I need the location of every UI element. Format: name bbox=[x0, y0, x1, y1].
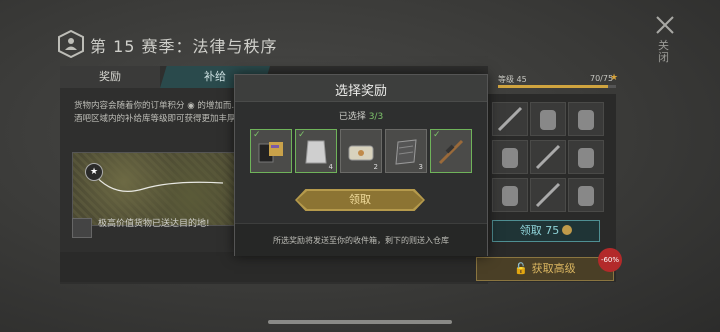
season-title: 第 15 赛季：法律与秩序 bbox=[90, 37, 278, 56]
reward-slot-backpack[interactable] bbox=[492, 140, 528, 174]
reward-option[interactable]: 2 bbox=[340, 129, 382, 173]
coin-icon bbox=[562, 225, 573, 235]
footer-note: 所选奖励将发送至你的收件箱，剩下的则送入仓库 bbox=[273, 236, 449, 245]
reward-slot-rifle[interactable] bbox=[530, 140, 566, 174]
backpack-icon bbox=[502, 148, 518, 168]
backpack-icon bbox=[578, 110, 594, 130]
reward-slot-rifle[interactable] bbox=[492, 102, 528, 136]
lock-icon: 🔓 bbox=[514, 262, 529, 275]
claim-amount: 75 bbox=[545, 224, 560, 237]
reward-slot-backpack[interactable] bbox=[568, 102, 604, 136]
dialog-footer: 所选奖励将发送至你的收件箱，剩下的则送入仓库 bbox=[235, 223, 487, 256]
backpack-icon bbox=[502, 186, 518, 206]
supply-description: 货物内容会随着你的订单积分 ◉ 的增加而… 酒吧区域内的补给库等级即可获得更加丰… bbox=[74, 101, 245, 124]
tab-rewards[interactable]: 奖励 bbox=[60, 66, 160, 88]
rifle-icon bbox=[535, 182, 561, 208]
foil-bag-icon bbox=[305, 140, 327, 164]
select-reward-dialog: 选择奖励 已选择 3/3 ✓ ✓ 4 2 3 ✓ 领取 所选奖励将发送至你的收件… bbox=[234, 74, 488, 256]
level-label: 等级 45 bbox=[498, 75, 527, 84]
selected-count-value: 3/3 bbox=[368, 112, 384, 122]
metal-plate-icon bbox=[395, 139, 417, 165]
reward-slot-backpack[interactable] bbox=[492, 178, 528, 212]
delivery-text: 极高价值货物已送达目的地! bbox=[98, 219, 210, 229]
bandage-box-icon bbox=[348, 145, 374, 161]
rifle-icon bbox=[497, 106, 523, 132]
dialog-header: 选择奖励 bbox=[235, 75, 487, 102]
selected-count: 已选择 3/3 bbox=[235, 109, 487, 122]
backpack-icon bbox=[578, 148, 594, 168]
claim-button[interactable]: 领取 75 bbox=[492, 220, 600, 242]
confirm-label: 领取 bbox=[349, 193, 371, 206]
confirm-claim-button[interactable]: 领取 bbox=[295, 189, 425, 211]
level-progress-fill bbox=[498, 85, 609, 88]
home-indicator[interactable] bbox=[268, 320, 452, 324]
selected-prefix: 已选择 bbox=[338, 112, 369, 122]
star-icon: ★ bbox=[610, 73, 619, 83]
rifle-thumbnail-icon bbox=[72, 218, 92, 238]
rifle-icon bbox=[535, 144, 561, 170]
map-marker-icon: ★ bbox=[85, 163, 103, 181]
dialog-title: 选择奖励 bbox=[334, 84, 387, 99]
item-quantity: 3 bbox=[418, 163, 423, 171]
reward-slot-rifle[interactable] bbox=[530, 178, 566, 212]
get-premium-button[interactable]: 🔓 获取高级 bbox=[476, 257, 614, 281]
supply-route-map: ★ bbox=[72, 152, 244, 226]
close-label[interactable]: 关闭 bbox=[658, 40, 672, 64]
season-badge-icon bbox=[58, 30, 84, 58]
sniper-rifle-icon bbox=[438, 139, 464, 165]
document-card-icon bbox=[258, 142, 283, 163]
reward-slot-backpack[interactable] bbox=[568, 140, 604, 174]
reward-slot-backpack[interactable] bbox=[530, 102, 566, 136]
discount-badge: -60% bbox=[598, 248, 622, 272]
claim-label: 领取 bbox=[519, 224, 542, 237]
level-progress-bar bbox=[498, 85, 616, 88]
get-premium-label: 获取高级 bbox=[531, 262, 576, 275]
item-quantity: 2 bbox=[373, 163, 378, 171]
backpack-icon bbox=[578, 186, 594, 206]
reward-slot-backpack[interactable] bbox=[568, 178, 604, 212]
backpack-icon bbox=[540, 110, 556, 130]
close-icon[interactable] bbox=[654, 14, 676, 36]
reward-option[interactable]: ✓ bbox=[430, 129, 472, 173]
item-quantity: 4 bbox=[328, 163, 333, 171]
reward-option[interactable]: ✓ 4 bbox=[295, 129, 337, 173]
reward-option[interactable]: 3 bbox=[385, 129, 427, 173]
reward-option[interactable]: ✓ bbox=[250, 129, 292, 173]
delivery-status: 极高价值货物已送达目的地! bbox=[72, 218, 242, 242]
